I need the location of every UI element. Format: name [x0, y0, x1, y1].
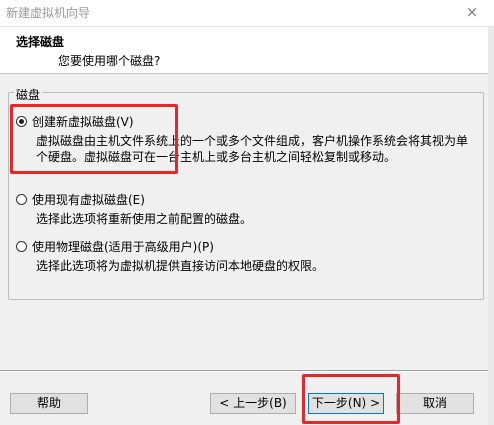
help-button[interactable]: 帮助 [10, 393, 88, 414]
page-subtitle: 您要使用哪个磁盘? [58, 54, 161, 68]
next-button[interactable]: 下一步(N) > [308, 393, 384, 414]
back-button[interactable]: < 上一步(B) [210, 393, 296, 414]
cancel-button[interactable]: 取消 [396, 393, 474, 414]
radio-use-physical-disk[interactable] [16, 241, 27, 252]
radio-create-new-disk[interactable] [16, 116, 27, 127]
disk-group-label: 磁盘 [14, 86, 43, 103]
option-desc-create-new: 虚拟磁盘由主机文件系统上的一个或多个文件组成，客户机操作系统会将其视为单个硬盘。… [36, 134, 469, 164]
wizard-header: 选择磁盘 您要使用哪个磁盘? [0, 27, 494, 74]
option-desc-use-existing: 选择此选项将重新使用之前配置的磁盘。 [36, 212, 253, 226]
option-label-use-physical[interactable]: 使用物理磁盘(适用于高级用户)(P) [32, 240, 214, 254]
title-bar: 新建虚拟机向导 × [0, 0, 494, 27]
window-right-edge [488, 27, 494, 425]
close-icon[interactable]: × [462, 3, 482, 21]
button-separator [0, 370, 494, 372]
radio-use-existing-disk[interactable] [16, 194, 27, 205]
option-label-create-new[interactable]: 创建新虚拟磁盘(V) [32, 115, 134, 129]
option-desc-use-physical: 选择此选项将为虚拟机提供直接访问本地硬盘的权限。 [36, 259, 325, 273]
option-label-use-existing[interactable]: 使用现有虚拟磁盘(E) [32, 193, 145, 207]
page-title: 选择磁盘 [16, 35, 65, 49]
window-title: 新建虚拟机向导 [6, 6, 91, 20]
